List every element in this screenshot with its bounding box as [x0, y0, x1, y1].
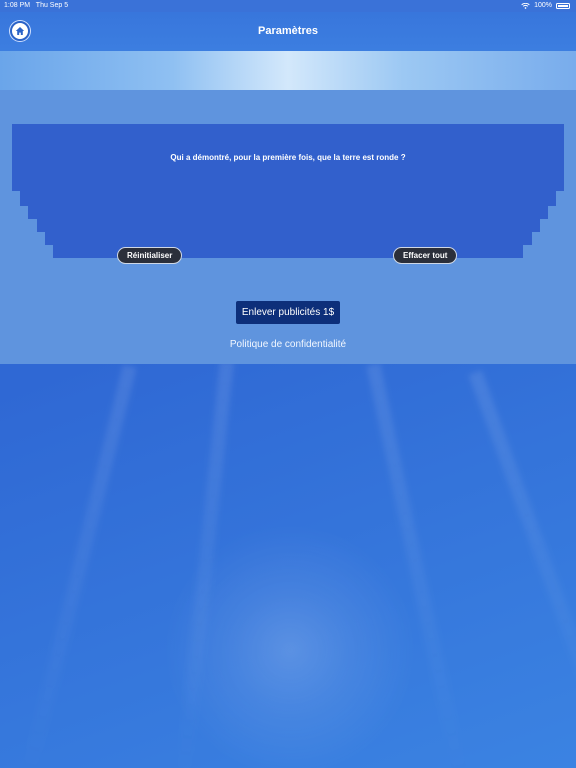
battery-percentage: 100%: [534, 2, 552, 9]
status-date: Thu Sep 5: [35, 2, 69, 9]
light-ray: [468, 370, 576, 768]
navigation-bar: Paramètres: [0, 12, 576, 51]
page-title: Paramètres: [258, 25, 318, 37]
question-text: Qui a démontré, pour la première fois, q…: [170, 153, 406, 162]
status-time: 1:08 PM: [4, 2, 31, 9]
light-ray: [21, 364, 137, 768]
light-ray: [366, 363, 468, 768]
settings-panel: Qui a démontré, pour la première fois, q…: [0, 90, 576, 364]
header-glare-banner: [0, 51, 576, 90]
clear-all-button[interactable]: Effacer tout: [393, 247, 458, 264]
remove-ads-button[interactable]: Enlever publicités 1$: [236, 301, 340, 324]
privacy-policy-link[interactable]: Politique de confidentialité: [0, 339, 576, 350]
battery-icon: [556, 3, 570, 9]
wifi-icon: [521, 3, 530, 9]
reset-button[interactable]: Réinitialiser: [117, 247, 183, 264]
light-ray: [176, 360, 234, 768]
status-bar: 1:08 PM Thu Sep 5 100%: [0, 0, 576, 12]
question-display: Qui a démontré, pour la première fois, q…: [0, 124, 576, 258]
question-box-shape: [12, 124, 564, 258]
